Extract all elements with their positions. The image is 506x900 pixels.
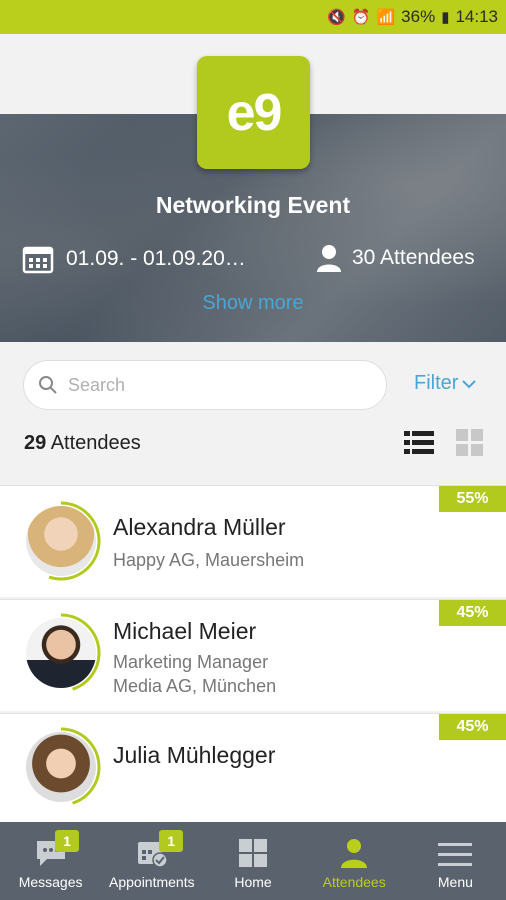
person-icon xyxy=(317,245,341,272)
attendee-name: Julia Mühlegger xyxy=(113,742,276,768)
search-icon xyxy=(39,376,57,394)
attendee-card[interactable]: Julia Mühlegger 45% xyxy=(0,713,506,825)
filter-label: Filter xyxy=(414,372,459,394)
nav-home[interactable]: Home xyxy=(202,822,303,900)
avatar xyxy=(20,612,102,694)
search-field[interactable] xyxy=(23,360,387,410)
attendee-count-number: 29 xyxy=(24,432,47,454)
nav-appointments-label: Appointments xyxy=(109,874,195,890)
avatar-photo xyxy=(26,506,96,576)
status-bar: 🔇 ⏰ 📶 36% ▮ 14:13 xyxy=(0,0,506,34)
event-logo: e9 xyxy=(197,56,310,169)
match-badge: 45% xyxy=(439,600,506,626)
bottom-nav: 1 Messages 1 Appointments Home Attendees xyxy=(0,822,506,900)
attendee-card[interactable]: Alexandra Müller Happy AG, Mauersheim 55… xyxy=(0,485,506,597)
chevron-down-icon xyxy=(462,379,477,388)
attendee-company: Happy AG, Mauersheim xyxy=(113,550,305,570)
nav-messages[interactable]: 1 Messages xyxy=(0,822,101,900)
alarm-icon: ⏰ xyxy=(351,9,371,26)
person-icon xyxy=(341,839,368,868)
list-view-icon[interactable] xyxy=(404,428,434,458)
event-title: Networking Event xyxy=(155,192,351,218)
event-attendees: 30 Attendees xyxy=(316,244,475,272)
nav-appointments[interactable]: 1 Appointments xyxy=(101,822,202,900)
attendee-count-label: Attendees xyxy=(46,432,141,454)
nav-home-label: Home xyxy=(234,874,272,890)
attendee-title: Marketing Manager xyxy=(113,652,269,672)
attendee-count: 29 Attendees xyxy=(24,432,141,455)
battery-percentage: 36% xyxy=(401,7,436,26)
event-attendees-text: 30 Attendees xyxy=(352,246,475,269)
avatar-photo xyxy=(26,618,96,688)
appointments-badge: 1 xyxy=(159,830,184,852)
avatar xyxy=(20,726,102,808)
wifi-icon: 📶 xyxy=(376,9,396,26)
mute-icon: 🔇 xyxy=(327,9,346,26)
nav-messages-label: Messages xyxy=(18,874,83,890)
home-grid-icon xyxy=(239,839,267,867)
event-date-text: 01.09. - 01.09.20… xyxy=(66,247,246,270)
clock: 14:13 xyxy=(455,7,498,26)
hamburger-menu-icon xyxy=(438,843,473,866)
attendee-name: Alexandra Müller xyxy=(113,514,286,540)
show-more-link[interactable]: Show more xyxy=(0,292,506,315)
attendee-card[interactable]: Michael Meier Marketing Manager Media AG… xyxy=(0,599,506,711)
match-badge: 55% xyxy=(439,486,506,512)
calendar-icon xyxy=(22,246,54,274)
nav-menu-label: Menu xyxy=(437,874,473,890)
event-date: 01.09. - 01.09.20… xyxy=(22,244,246,274)
nav-attendees[interactable]: Attendees xyxy=(304,822,405,900)
attendee-name: Michael Meier xyxy=(113,618,257,644)
messages-badge: 1 xyxy=(55,830,79,852)
nav-attendees-label: Attendees xyxy=(322,874,386,890)
attendee-company: Media AG, München xyxy=(113,676,277,696)
match-badge: 45% xyxy=(439,714,506,740)
nav-menu[interactable]: Menu xyxy=(405,822,506,900)
avatar xyxy=(20,500,102,582)
avatar-photo xyxy=(26,732,96,802)
search-input[interactable] xyxy=(68,374,358,396)
filter-button[interactable]: Filter xyxy=(414,372,477,395)
battery-icon: ▮ xyxy=(441,9,450,26)
grid-view-icon[interactable] xyxy=(455,428,485,458)
